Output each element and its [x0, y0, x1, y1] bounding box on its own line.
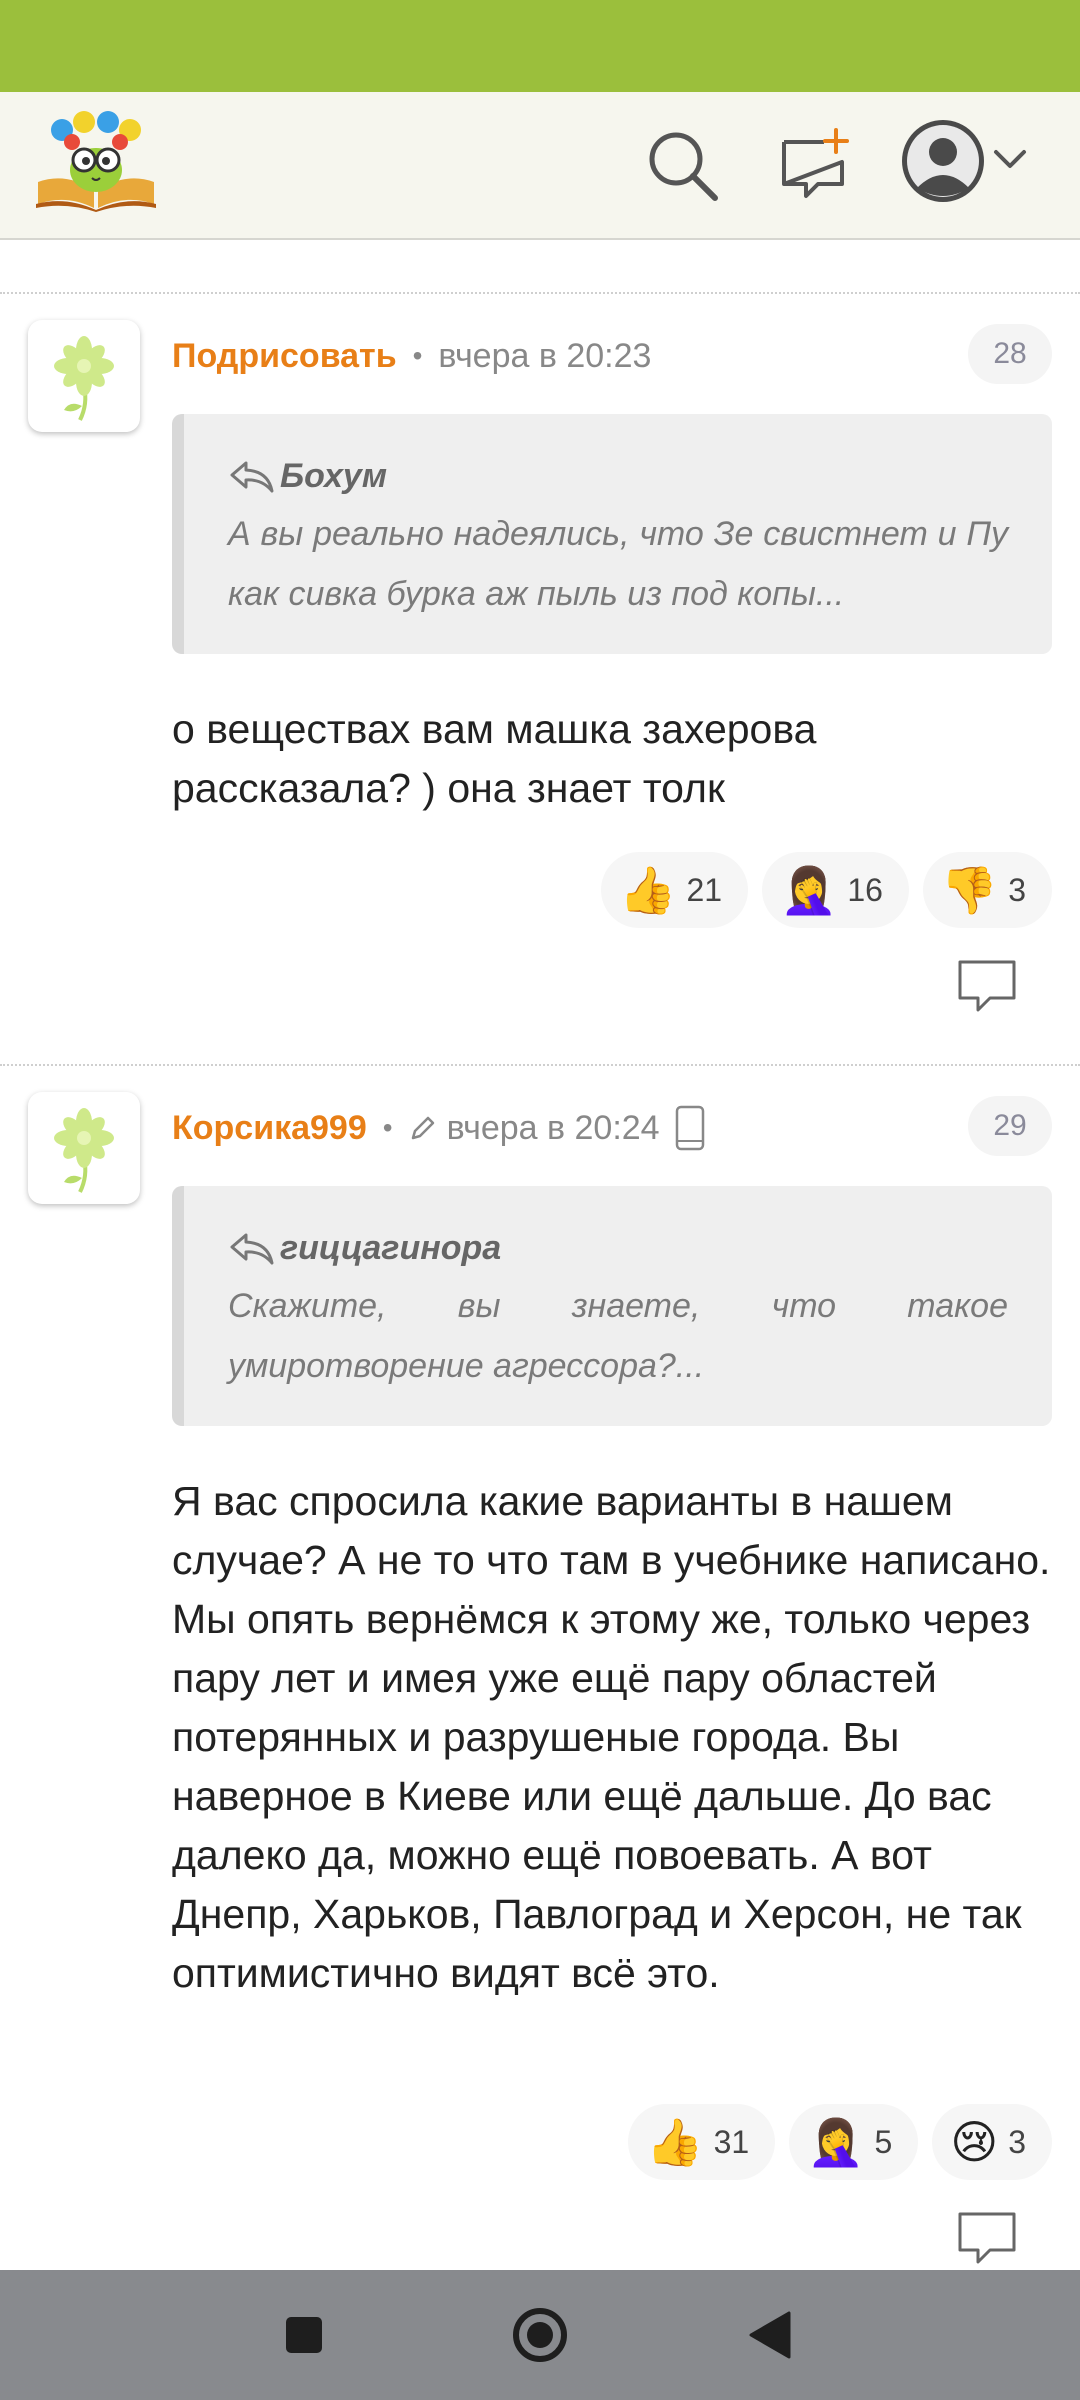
circle-icon [513, 2308, 567, 2362]
facepalm-icon: 🤦‍♀️ [780, 863, 838, 917]
quote-header: гиццагинора [228, 1220, 1008, 1276]
reply-arrow-icon [230, 1233, 274, 1265]
reply-comment-icon[interactable] [956, 958, 1018, 1014]
comment-meta: Подрисовать • вчера в 20:23 [172, 334, 651, 378]
reaction-facepalm[interactable]: 🤦‍♀️ 16 [762, 852, 909, 928]
thumbs-down-icon: 👎 [940, 863, 999, 917]
reactions-bar: 👍 31 🤦‍♀️ 5 😢 3 [628, 2104, 1052, 2180]
back-triangle-icon [749, 2311, 791, 2359]
comment-time[interactable]: вчера в 20:23 [438, 337, 651, 376]
divider [0, 292, 1080, 294]
reactions-bar: 👍 21 🤦‍♀️ 16 👎 3 [601, 852, 1052, 928]
new-message-icon[interactable] [778, 128, 852, 202]
pencil-icon [411, 1116, 434, 1140]
flower-avatar-icon [54, 336, 114, 421]
flower-avatar-icon [54, 1108, 114, 1193]
chevron-down-icon[interactable] [992, 146, 1028, 174]
reaction-count: 3 [1008, 871, 1026, 908]
system-nav-bar [0, 2270, 1080, 2400]
separator-dot: • [382, 1112, 393, 1143]
app-header [0, 92, 1080, 240]
reaction-count: 3 [1008, 2123, 1026, 2160]
reaction-count: 21 [686, 871, 723, 908]
quote-block[interactable]: Бохум А вы реально надеялись, что Зе сви… [172, 414, 1052, 654]
reply-arrow-icon [230, 461, 274, 493]
status-bar [0, 0, 1080, 92]
comment-text: о веществах вам машка захерова рассказал… [172, 706, 817, 811]
search-icon[interactable] [645, 128, 719, 202]
author-avatar[interactable] [28, 320, 140, 432]
comment-time[interactable]: вчера в 20:24 [447, 1109, 660, 1148]
comment-number-badge[interactable]: 29 [968, 1096, 1052, 1156]
mobile-device-icon [675, 1105, 704, 1151]
quote-author: Бохум [280, 456, 387, 495]
reaction-count: 5 [874, 2123, 893, 2160]
author-name[interactable]: Корсика999 [172, 1109, 367, 1148]
author-avatar[interactable] [28, 1092, 140, 1204]
home-button[interactable] [500, 2270, 580, 2400]
reaction-thumbs-up[interactable]: 👍 21 [601, 852, 749, 928]
quote-text: Скажите, вы знаете, что такое умиротворе… [228, 1287, 1008, 1385]
reaction-thumbs-up[interactable]: 👍 31 [628, 2104, 776, 2180]
square-icon [286, 2317, 322, 2353]
quote-header: Бохум [228, 448, 1008, 504]
comment-meta: Корсика999 • вчера в 20:24 [172, 1105, 706, 1151]
thumbs-up-icon: 👍 [646, 2115, 704, 2169]
comment-text: Я вас спросила какие варианты в нашем сл… [172, 1478, 1051, 1996]
facepalm-icon: 🤦‍♀️ [807, 2115, 865, 2169]
reaction-facepalm[interactable]: 🤦‍♀️ 5 [789, 2104, 919, 2180]
back-button[interactable] [730, 2270, 810, 2400]
thumbs-up-icon: 👍 [619, 863, 677, 917]
user-avatar-icon[interactable] [900, 118, 986, 204]
divider [0, 1064, 1080, 1066]
quote-author: гиццагинора [280, 1228, 502, 1267]
author-name[interactable]: Подрисовать [172, 337, 397, 376]
recents-button[interactable] [264, 2270, 344, 2400]
reaction-crying[interactable]: 😢 3 [932, 2104, 1052, 2180]
crying-face-icon: 😢 [950, 2115, 999, 2169]
reply-comment-icon[interactable] [956, 2210, 1018, 2266]
quote-block[interactable]: гиццагинора Скажите, вы знаете, что тако… [172, 1186, 1052, 1426]
reaction-thumbs-down[interactable]: 👎 3 [922, 852, 1052, 928]
site-logo[interactable] [32, 108, 160, 212]
reaction-count: 31 [713, 2123, 750, 2160]
comment-number-badge[interactable]: 28 [968, 324, 1052, 384]
separator-dot: • [412, 340, 423, 371]
quote-text: А вы реально надеялись, что Зе свистнет … [228, 515, 1008, 613]
reaction-count: 16 [847, 871, 883, 908]
